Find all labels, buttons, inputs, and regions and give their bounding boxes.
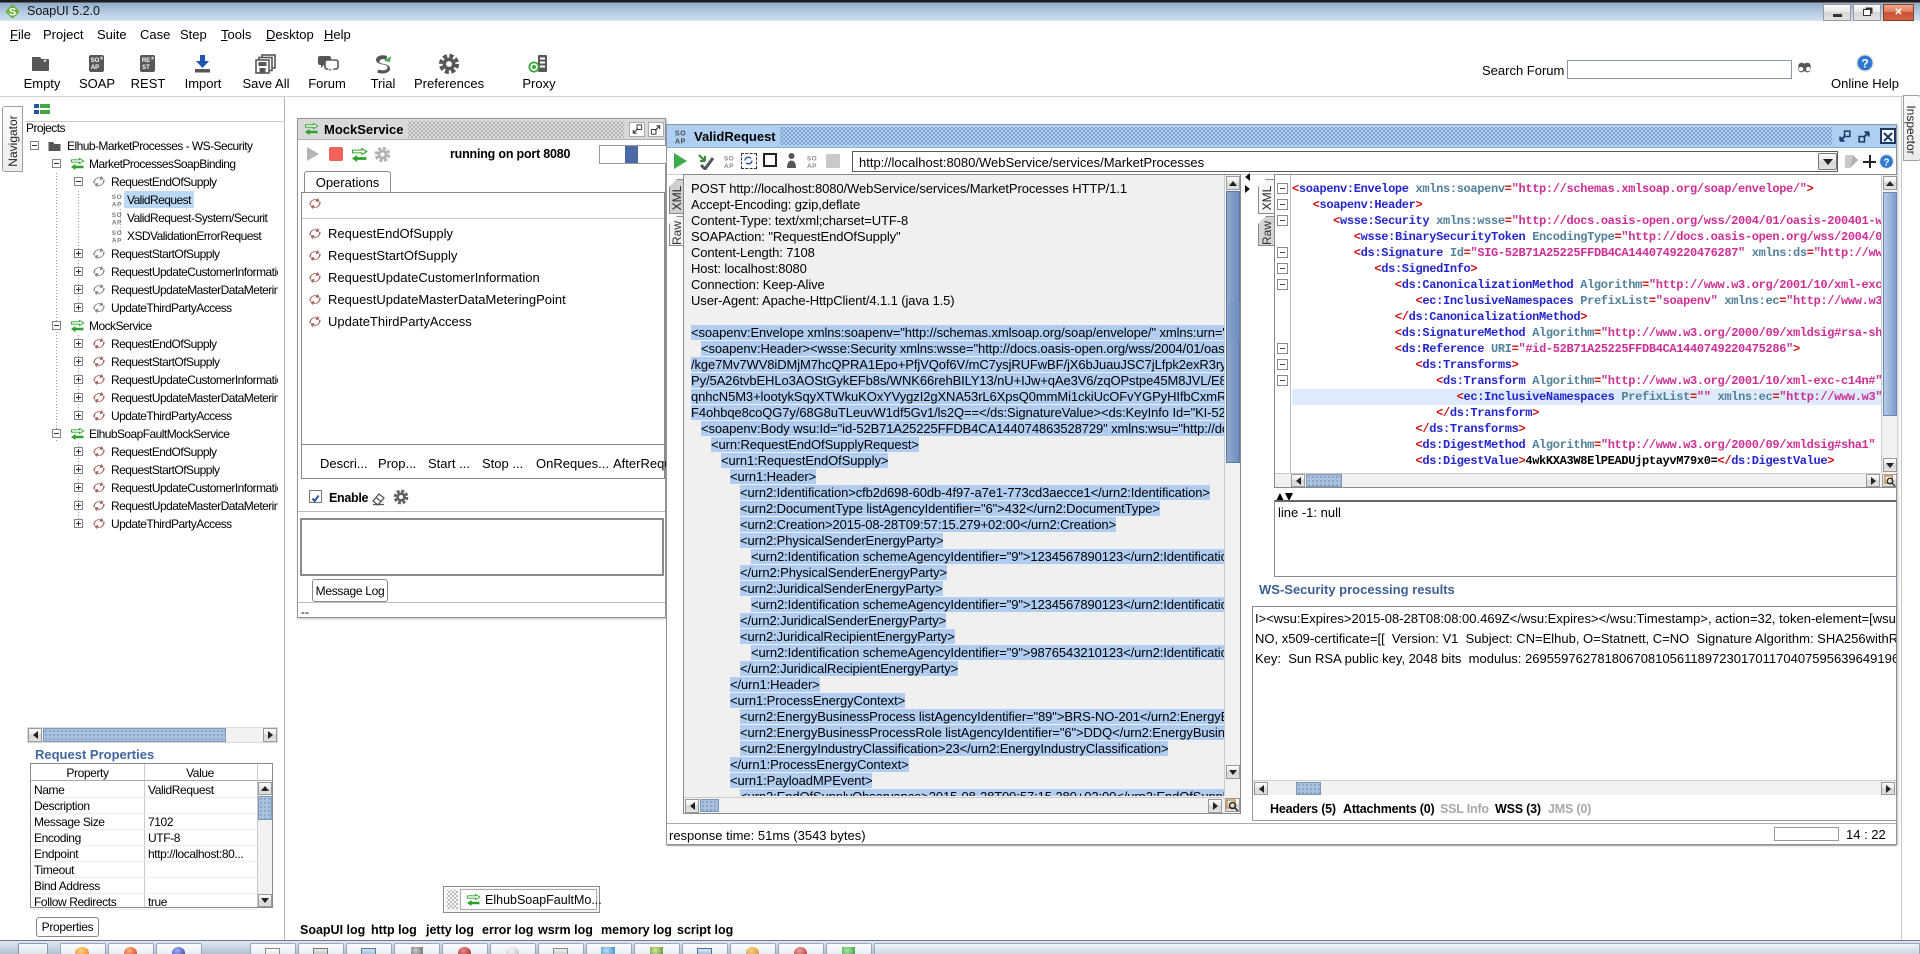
svg-text:AP: AP <box>724 163 734 170</box>
svg-text:SO: SO <box>112 230 123 237</box>
svg-text:AP: AP <box>112 202 122 209</box>
svg-text:AP: AP <box>112 220 122 227</box>
svg-text:SO: SO <box>112 212 123 219</box>
svg-text:?: ? <box>1861 57 1868 71</box>
svg-text:*: * <box>100 55 104 65</box>
svg-text:SO: SO <box>724 156 734 163</box>
svg-text:AP: AP <box>112 238 122 245</box>
svg-text:*: * <box>151 55 155 65</box>
svg-text:SO: SO <box>91 58 100 64</box>
svg-text:SO: SO <box>112 194 123 201</box>
svg-text:SO: SO <box>675 131 686 138</box>
svg-text:?: ? <box>1883 157 1889 168</box>
svg-text:AP: AP <box>91 65 99 71</box>
svg-text:ST: ST <box>142 65 150 71</box>
svg-text:AP: AP <box>807 163 817 170</box>
svg-text:SO: SO <box>807 156 817 163</box>
svg-text:AP: AP <box>675 139 686 146</box>
svg-text:RE: RE <box>142 58 150 64</box>
svg-text:S: S <box>9 7 16 19</box>
svg-text:*: * <box>43 58 47 68</box>
